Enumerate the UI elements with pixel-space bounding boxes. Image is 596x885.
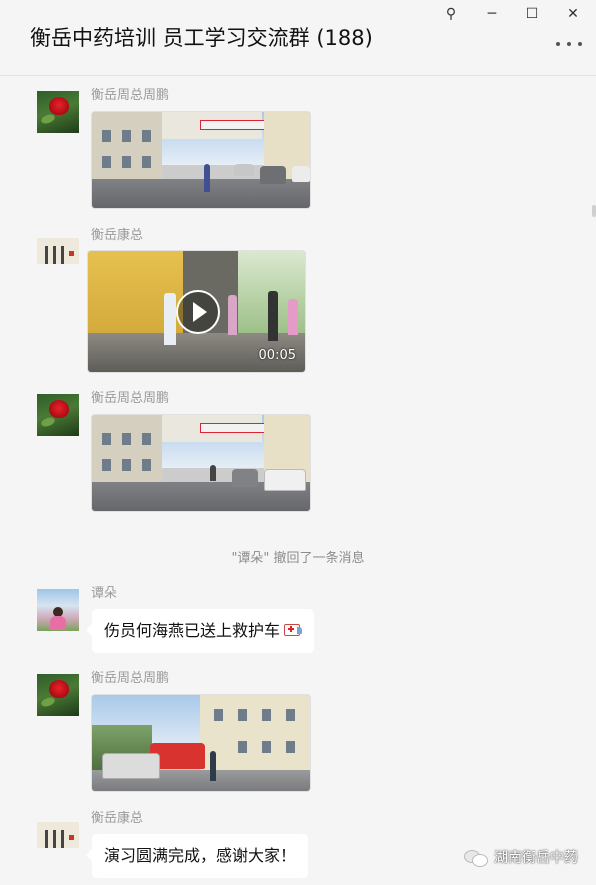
more-options-icon[interactable] (556, 37, 582, 51)
title-bar: 衡岳中药培训 员工学习交流群 (188) ⚲ ─ ☐ ✕ (0, 0, 596, 76)
sender-name: 衡岳康总 (91, 228, 144, 243)
sender-name: 谭朵 (91, 586, 118, 601)
sender-name: 衡岳周总周鹏 (91, 671, 170, 686)
wechat-icon (464, 848, 488, 867)
pin-icon[interactable]: ⚲ (437, 4, 465, 24)
message-text: 演习圆满完成，感谢大家！ (104, 846, 297, 865)
sender-name: 衡岳康总 (91, 811, 144, 826)
message-text: 伤员何海燕已送上救护车 (104, 621, 281, 640)
avatar[interactable] (37, 589, 79, 631)
text-message[interactable]: 伤员何海燕已送上救护车 (85, 609, 315, 653)
avatar[interactable] (37, 238, 79, 264)
text-message[interactable]: 演习圆满完成，感谢大家！ (85, 834, 309, 878)
scrollbar[interactable] (592, 205, 596, 217)
recall-notice: "谭朵" 撤回了一条消息 (231, 551, 365, 566)
avatar[interactable] (37, 822, 79, 848)
close-button[interactable]: ✕ (559, 4, 587, 24)
play-icon[interactable] (176, 290, 220, 334)
video-message[interactable]: 00:05 (87, 250, 306, 373)
image-message[interactable] (91, 694, 311, 792)
sender-name: 衡岳周总周鹏 (91, 391, 170, 406)
video-duration: 00:05 (258, 348, 296, 363)
sender-name: 衡岳周总周鹏 (91, 88, 170, 103)
image-message[interactable] (91, 111, 311, 209)
avatar[interactable] (37, 91, 79, 133)
watermark-text: 湖南衡岳中药 (494, 850, 578, 866)
image-message[interactable] (91, 414, 311, 512)
minimize-button[interactable]: ─ (478, 4, 506, 24)
avatar[interactable] (37, 674, 79, 716)
maximize-button[interactable]: ☐ (518, 4, 546, 24)
watermark: 湖南衡岳中药 (464, 847, 578, 867)
ambulance-icon (284, 624, 303, 636)
avatar[interactable] (37, 394, 79, 436)
chat-title: 衡岳中药培训 员工学习交流群 (188) (30, 26, 373, 50)
